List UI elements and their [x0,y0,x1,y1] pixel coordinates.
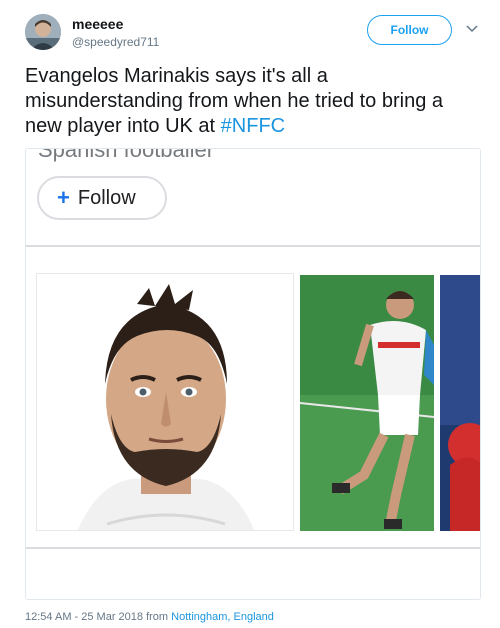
card-footer [26,547,480,599]
image-strip [26,247,480,547]
partial-photo-image[interactable] [440,275,480,531]
tweet-text: Evangelos Marinakis says it's all a misu… [25,64,485,139]
portrait-image[interactable] [36,273,294,531]
timestamp[interactable]: 12:54 AM - 25 Mar 2018 from [25,611,171,623]
plus-icon: + [57,185,70,210]
location-link[interactable]: Nottingham, England [171,611,274,623]
media-card[interactable]: Spanish footballer + Follow [25,148,481,600]
follow-button[interactable]: Follow [367,15,452,45]
hashtag-link[interactable]: #NFFC [221,115,285,137]
card-subtitle: Spanish footballer [38,148,215,162]
card-header: Spanish footballer + Follow [26,149,480,247]
action-photo-image[interactable] [300,275,434,531]
tweet-header: meeeee @speedyred711 Follow [25,14,485,54]
card-follow-label: Follow [77,186,136,209]
avatar[interactable] [25,14,61,50]
chevron-down-icon[interactable] [465,22,479,36]
display-name[interactable]: meeeee [72,16,123,32]
tweet-meta: 12:54 AM - 25 Mar 2018 from Nottingham, … [25,611,274,623]
card-follow-button[interactable]: + Follow [37,176,167,220]
user-handle[interactable]: @speedyred711 [72,35,159,49]
